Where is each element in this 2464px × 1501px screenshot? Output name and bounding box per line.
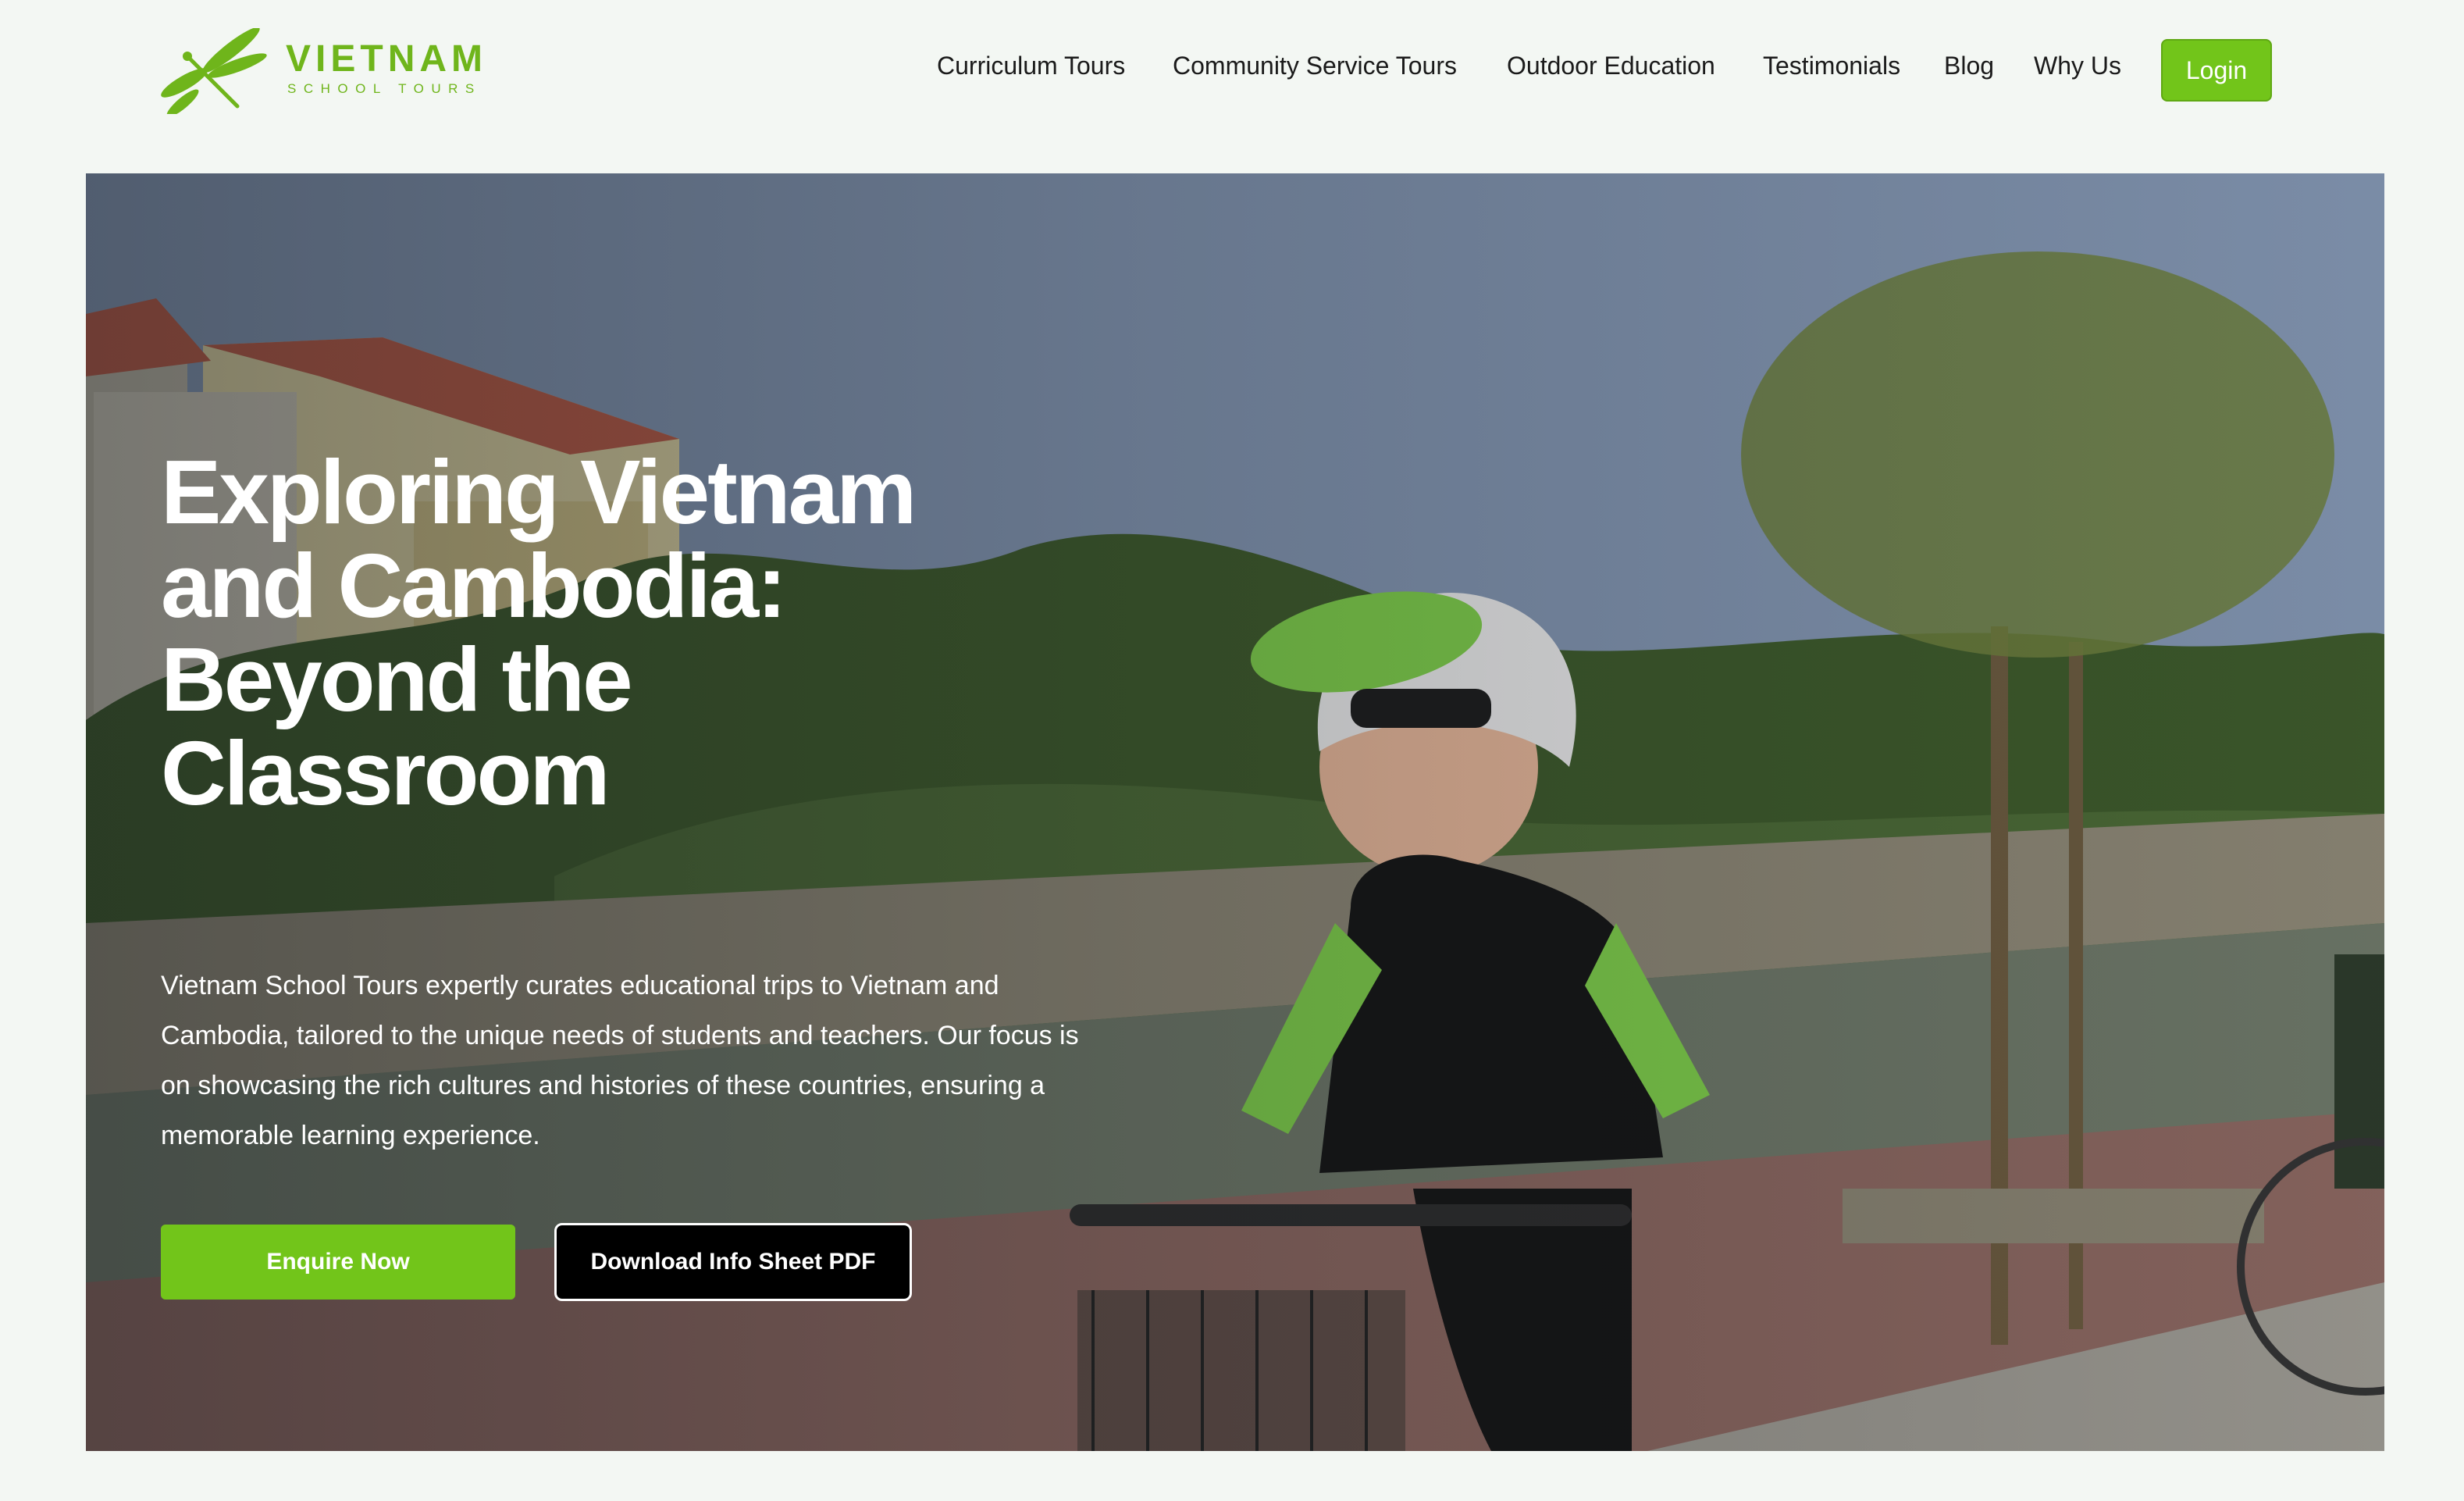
hero-section: Exploring Vietnam and Cambodia: Beyond t…	[86, 173, 2384, 1451]
login-button[interactable]: Login	[2161, 39, 2272, 102]
site-logo[interactable]: VIETNAM SCHOOL TOURS	[159, 28, 487, 114]
nav-blog[interactable]: Blog	[1944, 52, 1994, 80]
brand-name: VIETNAM	[286, 38, 487, 80]
download-info-sheet-button[interactable]: Download Info Sheet PDF	[554, 1223, 912, 1301]
nav-community-service-tours[interactable]: Community Service Tours	[1173, 52, 1457, 80]
dragonfly-icon	[161, 28, 267, 114]
nav-testimonials[interactable]: Testimonials	[1763, 52, 1900, 80]
hero-description: Vietnam School Tours expertly curates ed…	[161, 971, 1079, 1150]
enquire-now-button[interactable]: Enquire Now	[161, 1225, 515, 1300]
hero-title: Exploring Vietnam and Cambodia: Beyond t…	[161, 441, 917, 824]
nav-outdoor-education[interactable]: Outdoor Education	[1507, 52, 1715, 80]
nav-curriculum-tours[interactable]: Curriculum Tours	[937, 52, 1125, 80]
site-header: VIETNAM SCHOOL TOURS Curriculum Tours Co…	[0, 0, 2464, 141]
brand-tagline: SCHOOL TOURS	[287, 81, 482, 96]
nav-why-us[interactable]: Why Us	[2034, 52, 2121, 80]
